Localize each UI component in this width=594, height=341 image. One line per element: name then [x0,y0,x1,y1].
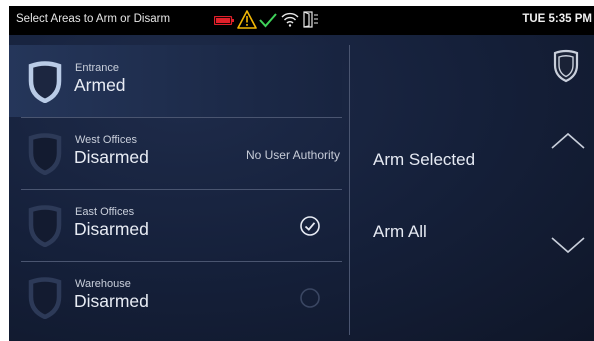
area-row-warehouse[interactable]: Warehouse Disarmed [9,261,342,333]
area-list: Entrance Armed West Offices Disarmed No … [9,35,342,341]
area-row-east-offices[interactable]: East Offices Disarmed [9,189,342,262]
area-row-west-offices[interactable]: West Offices Disarmed No User Authority [9,117,342,190]
area-status: Disarmed [74,219,149,239]
shield-icon [28,61,62,103]
area-name: Entrance [75,62,120,74]
status-title: Select Areas to Arm or Disarm [16,13,171,25]
arm-selected-button[interactable]: Arm Selected [373,150,475,170]
area-name: West Offices [75,134,137,146]
area-status: Armed [74,75,126,95]
status-bar: Select Areas to Arm or Disarm TUE 5:35 P… [9,6,594,35]
shield-icon [553,49,579,83]
scroll-up-chevron-icon[interactable] [550,131,586,151]
arm-all-button[interactable]: Arm All [373,222,427,242]
vertical-divider [349,45,350,335]
wifi-icon [281,12,299,27]
shield-icon [28,277,62,319]
checkmark-icon [259,13,277,28]
area-status: Disarmed [74,291,149,311]
warning-icon [237,10,257,29]
battery-icon [214,16,234,25]
main-content: Entrance Armed West Offices Disarmed No … [9,35,594,341]
area-status: Disarmed [74,147,149,167]
door-icon [303,11,318,28]
shield-icon [28,205,62,247]
panel-screen: Select Areas to Arm or Disarm TUE 5:35 P… [9,6,594,341]
area-name: Warehouse [75,278,131,290]
checked-circle-icon[interactable] [299,215,321,237]
unchecked-circle-icon[interactable] [299,287,321,309]
scroll-down-chevron-icon[interactable] [550,235,586,255]
no-authority-note: No User Authority [245,148,340,162]
area-row-entrance[interactable]: Entrance Armed [9,45,342,118]
shield-icon [28,133,62,175]
area-name: East Offices [75,206,135,218]
status-time: TUE 5:35 PM [522,13,592,25]
